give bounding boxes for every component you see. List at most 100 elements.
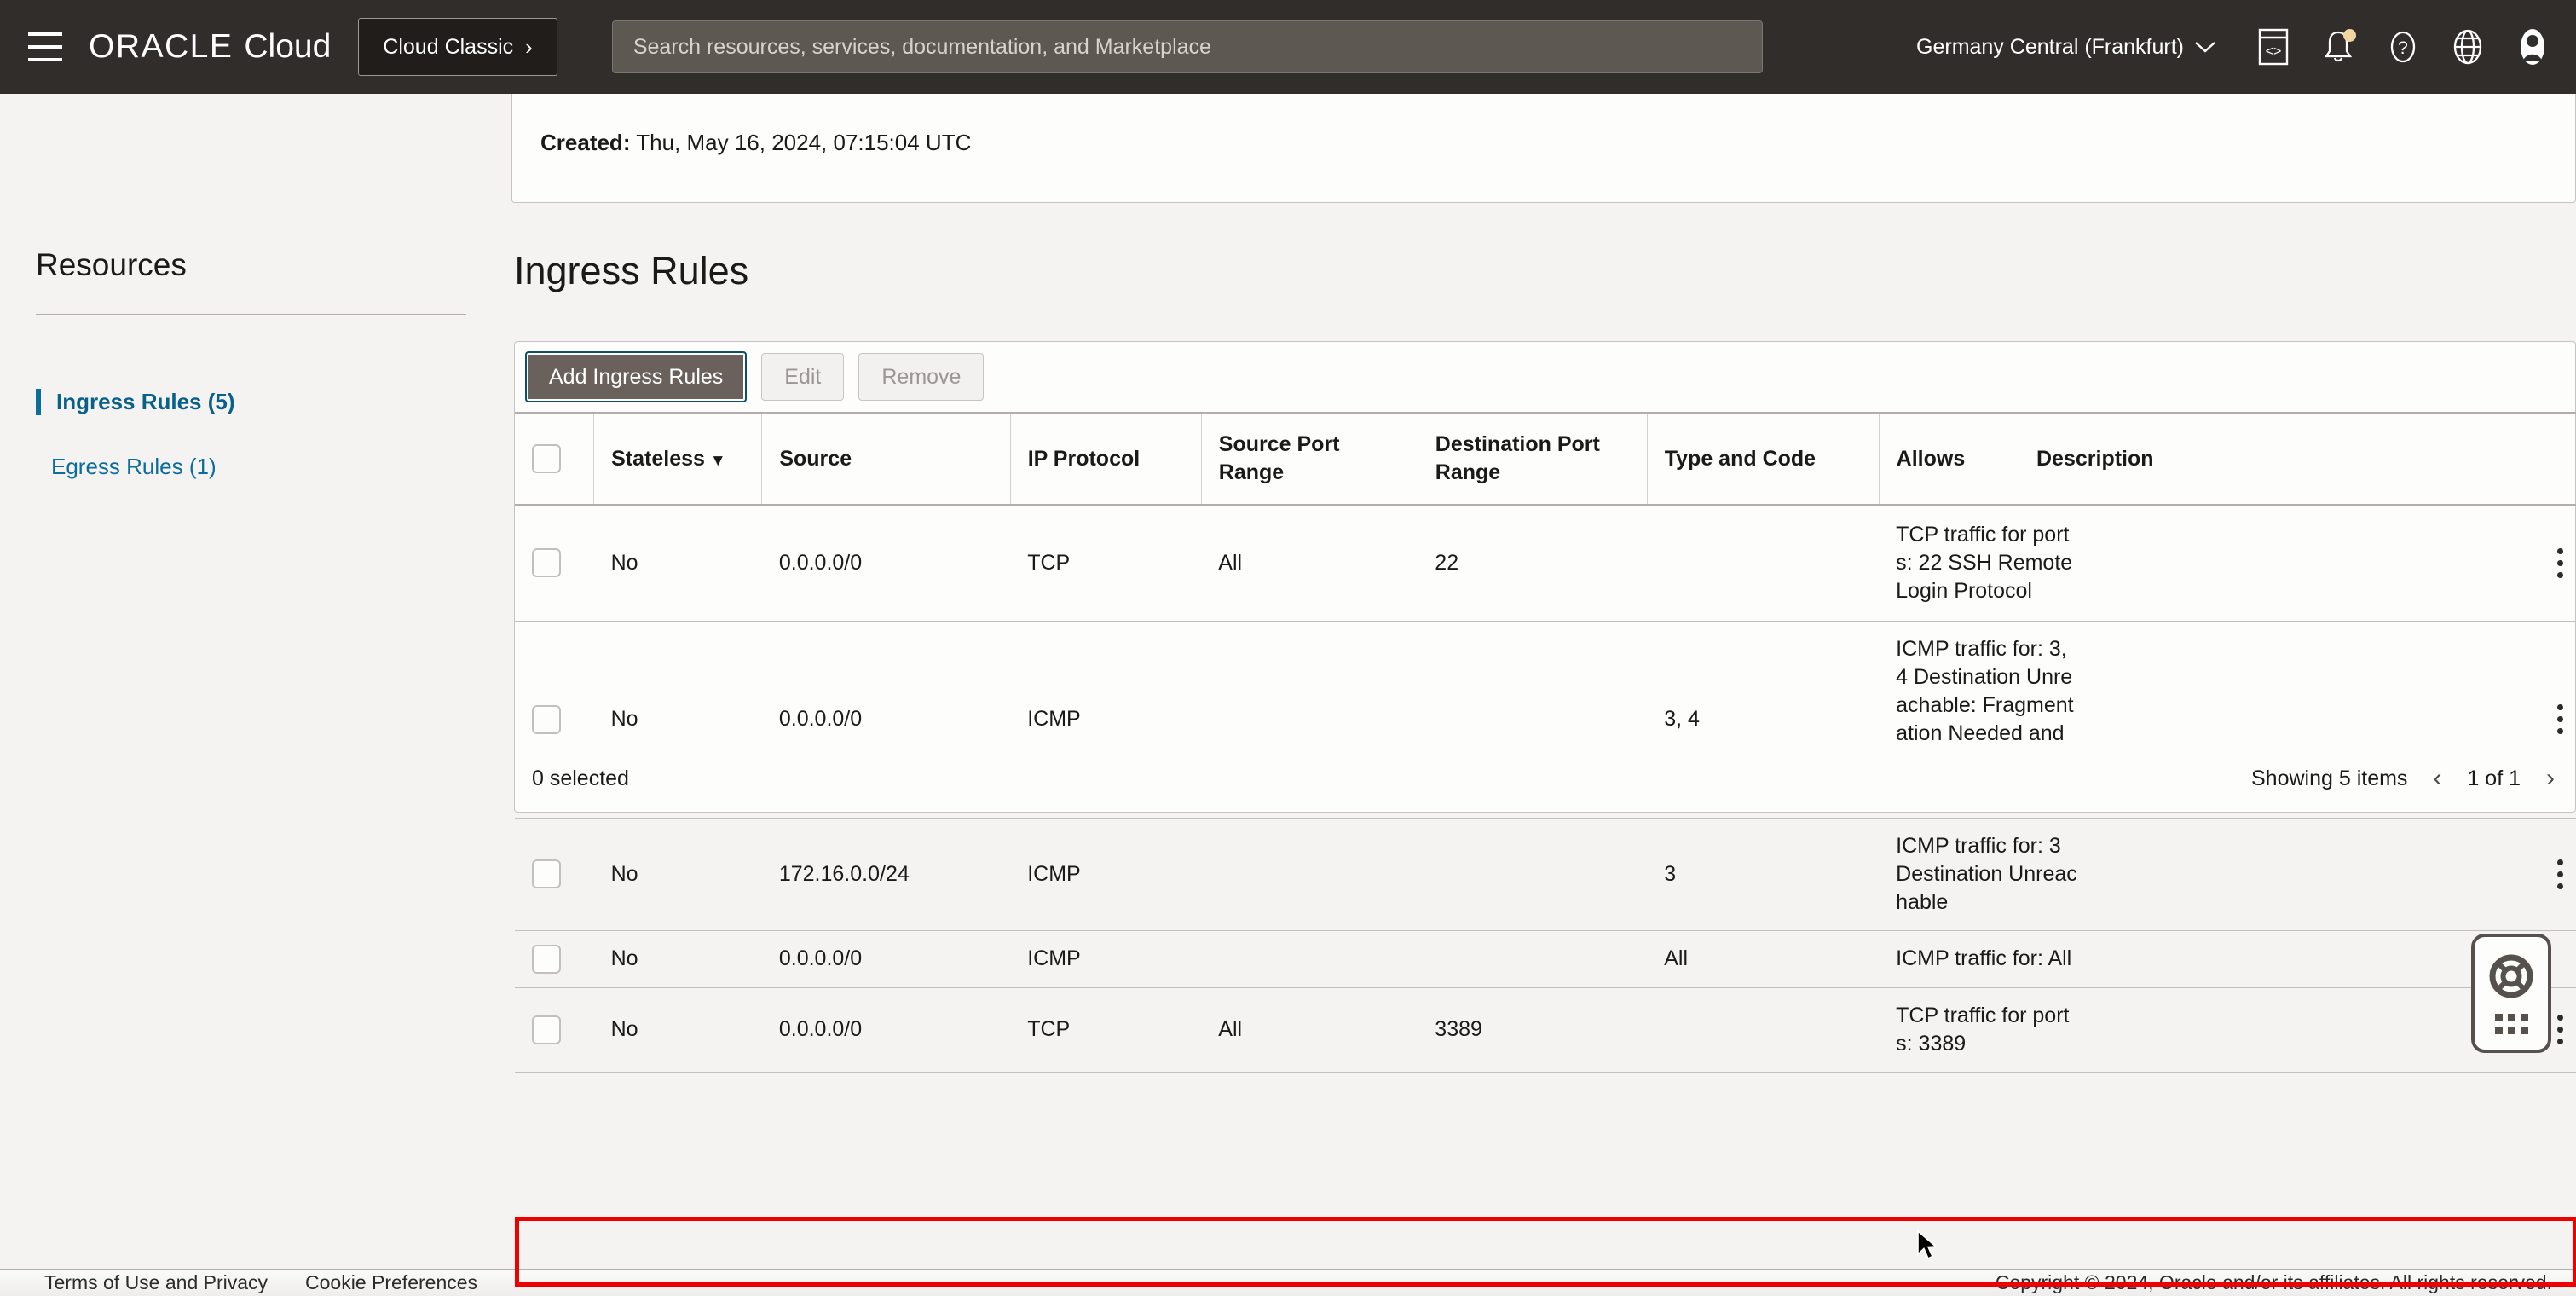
cell-destination-port-range [1418, 818, 1648, 931]
cell-source: 172.16.0.0/24 [761, 818, 1011, 931]
sort-descending-icon: ▼ [709, 451, 726, 470]
resources-sidebar: Resources Ingress Rules (5) Egress Rules… [0, 94, 511, 1269]
row-checkbox[interactable] [532, 548, 561, 578]
notification-badge [2343, 29, 2356, 42]
select-all-checkbox[interactable] [532, 444, 561, 473]
page-title: Ingress Rules [514, 249, 749, 292]
column-header-source-port-range[interactable]: Source Port Range [1201, 412, 1418, 506]
sidebar-divider [36, 314, 466, 315]
cell-destination-port-range: 3389 [1418, 987, 1648, 1073]
allows-text: TCP traffic for ports: 3389 [1896, 1003, 2070, 1056]
column-header-stateless[interactable]: Stateless ▼ [593, 412, 763, 506]
allows-text: TCP traffic for ports: 22 SSH Remote Log… [1896, 522, 2073, 603]
details-card: Created: Thu, May 16, 2024, 07:15:04 UTC [511, 94, 2576, 203]
region-selector[interactable]: Germany Central (Frankfurt) [1916, 35, 2216, 60]
column-header-source[interactable]: Source [761, 412, 1011, 506]
table-row[interactable]: No 0.0.0.0/0 ICMP All ICMP traffic for: … [515, 930, 2576, 988]
cell-type-and-code [1647, 505, 1880, 622]
notifications-bell-icon[interactable] [2319, 27, 2358, 67]
row-actions-kebab-icon[interactable] [2543, 700, 2576, 739]
remove-label: Remove [881, 364, 962, 389]
cell-source-port-range: All [1201, 505, 1418, 622]
sidebar-title: Resources [36, 247, 187, 282]
global-search-input[interactable]: Search resources, services, documentatio… [611, 20, 1763, 73]
row-checkbox[interactable] [532, 704, 561, 734]
allows-text: ICMP traffic for: All [1896, 946, 2072, 970]
dot-grid-icon[interactable] [2494, 1013, 2528, 1034]
terms-of-use-link[interactable]: Terms of Use and Privacy [44, 1271, 268, 1294]
row-select-cell [515, 987, 594, 1073]
column-label-allows: Allows [1896, 446, 1966, 471]
column-label-destination-port-range: Destination Port Range [1435, 432, 1600, 484]
column-header-description[interactable]: Description [2019, 412, 2576, 506]
created-label: Created: [540, 130, 631, 155]
selected-count-text: 0 selected [532, 766, 629, 790]
table-footer: 0 selected Showing 5 items ‹ 1 of 1 › [515, 745, 2575, 812]
column-label-source: Source [779, 446, 852, 471]
support-widget[interactable] [2471, 934, 2551, 1053]
page-body: Resources Ingress Rules (5) Egress Rules… [0, 94, 2576, 1287]
add-ingress-rules-button[interactable]: Add Ingress Rules [525, 351, 748, 402]
main-content: Created: Thu, May 16, 2024, 07:15:04 UTC… [511, 94, 2576, 1287]
showing-items-text: Showing 5 items [2251, 766, 2408, 790]
column-header-destination-port-range[interactable]: Destination Port Range [1418, 412, 1648, 506]
column-header-type-and-code[interactable]: Type and Code [1647, 412, 1880, 506]
column-label-description: Description [2036, 446, 2154, 471]
table-row[interactable]: No 0.0.0.0/0 TCP All 22 TCP traffic for … [515, 505, 2576, 622]
remove-button[interactable]: Remove [858, 353, 985, 401]
search-placeholder-text: Search resources, services, documentatio… [632, 34, 1211, 59]
row-checkbox[interactable] [532, 1015, 561, 1044]
cell-ip-protocol: TCP [1010, 505, 1202, 622]
previous-page-icon[interactable]: ‹ [2429, 766, 2445, 791]
column-label-ip-protocol: IP Protocol [1027, 446, 1141, 471]
cell-type-and-code [1647, 987, 1880, 1073]
column-header-ip-protocol[interactable]: IP Protocol [1010, 412, 1202, 506]
row-actions-kebab-icon[interactable] [2543, 854, 2576, 894]
oracle-cloud-logo[interactable]: ORACLE Cloud [89, 28, 331, 66]
column-label-type-and-code: Type and Code [1664, 446, 1816, 471]
row-select-cell [515, 818, 594, 931]
row-checkbox[interactable] [532, 944, 561, 974]
footer-links: Terms of Use and Privacy Cookie Preferen… [0, 1271, 477, 1294]
cell-source: 0.0.0.0/0 [761, 505, 1011, 622]
cell-stateless: No [593, 505, 762, 622]
table-toolbar: Add Ingress Rules Edit Remove [515, 342, 2575, 412]
cell-source: 0.0.0.0/0 [761, 987, 1011, 1073]
created-value: Thu, May 16, 2024, 07:15:04 UTC [636, 130, 972, 155]
cookie-preferences-link[interactable]: Cookie Preferences [305, 1271, 477, 1294]
table-row[interactable]: No 0.0.0.0/0 TCP All 3389 TCP traffic fo… [515, 987, 2576, 1073]
row-checkbox[interactable] [532, 859, 561, 888]
row-actions-kebab-icon[interactable] [2543, 543, 2576, 582]
header-actions: Germany Central (Frankfurt) <> ? [1916, 27, 2576, 67]
page-position-text: 1 of 1 [2467, 766, 2521, 790]
next-page-icon[interactable]: › [2543, 766, 2558, 791]
sidebar-item-ingress-rules[interactable]: Ingress Rules (5) [36, 389, 235, 415]
copyright-text: Copyright © 2024, Oracle and/or its affi… [1995, 1271, 2552, 1293]
column-header-allows[interactable]: Allows [1879, 412, 2020, 506]
page-footer: Terms of Use and Privacy Cookie Preferen… [0, 1269, 2576, 1296]
svg-text:?: ? [2398, 38, 2408, 58]
cell-type-and-code: All [1647, 930, 1880, 988]
cell-allows: TCP traffic for ports: 22 SSH Remote Log… [1879, 505, 2576, 622]
user-avatar-icon[interactable] [2513, 27, 2552, 67]
sidebar-item-egress-rules[interactable]: Egress Rules (1) [36, 454, 217, 480]
cloud-classic-button[interactable]: Cloud Classic › [358, 18, 557, 76]
sidebar-item-label: Egress Rules (1) [51, 454, 217, 479]
add-ingress-rules-label: Add Ingress Rules [549, 364, 724, 389]
cell-source-port-range: All [1201, 987, 1418, 1073]
hamburger-menu-icon[interactable] [19, 20, 72, 73]
language-globe-icon[interactable] [2448, 27, 2487, 67]
allows-text: ICMP traffic for: 3 Destination Unreacha… [1896, 833, 2077, 914]
cloud-shell-icon[interactable]: <> [2254, 27, 2293, 67]
chevron-right-icon: › [525, 34, 533, 60]
help-icon[interactable]: ? [2383, 27, 2423, 67]
column-label-stateless: Stateless [611, 446, 705, 471]
table-row[interactable]: No 172.16.0.0/24 ICMP 3 ICMP traffic for… [515, 818, 2576, 931]
cell-destination-port-range [1418, 930, 1648, 988]
cell-stateless: No [593, 930, 762, 988]
brand-cloud-text: Cloud [244, 28, 332, 65]
chevron-down-icon [2194, 35, 2216, 60]
sidebar-item-label: Ingress Rules (5) [56, 389, 235, 414]
edit-button[interactable]: Edit [761, 353, 845, 401]
table-header-row: Stateless ▼ Source IP Protocol Source Por… [515, 412, 2576, 506]
